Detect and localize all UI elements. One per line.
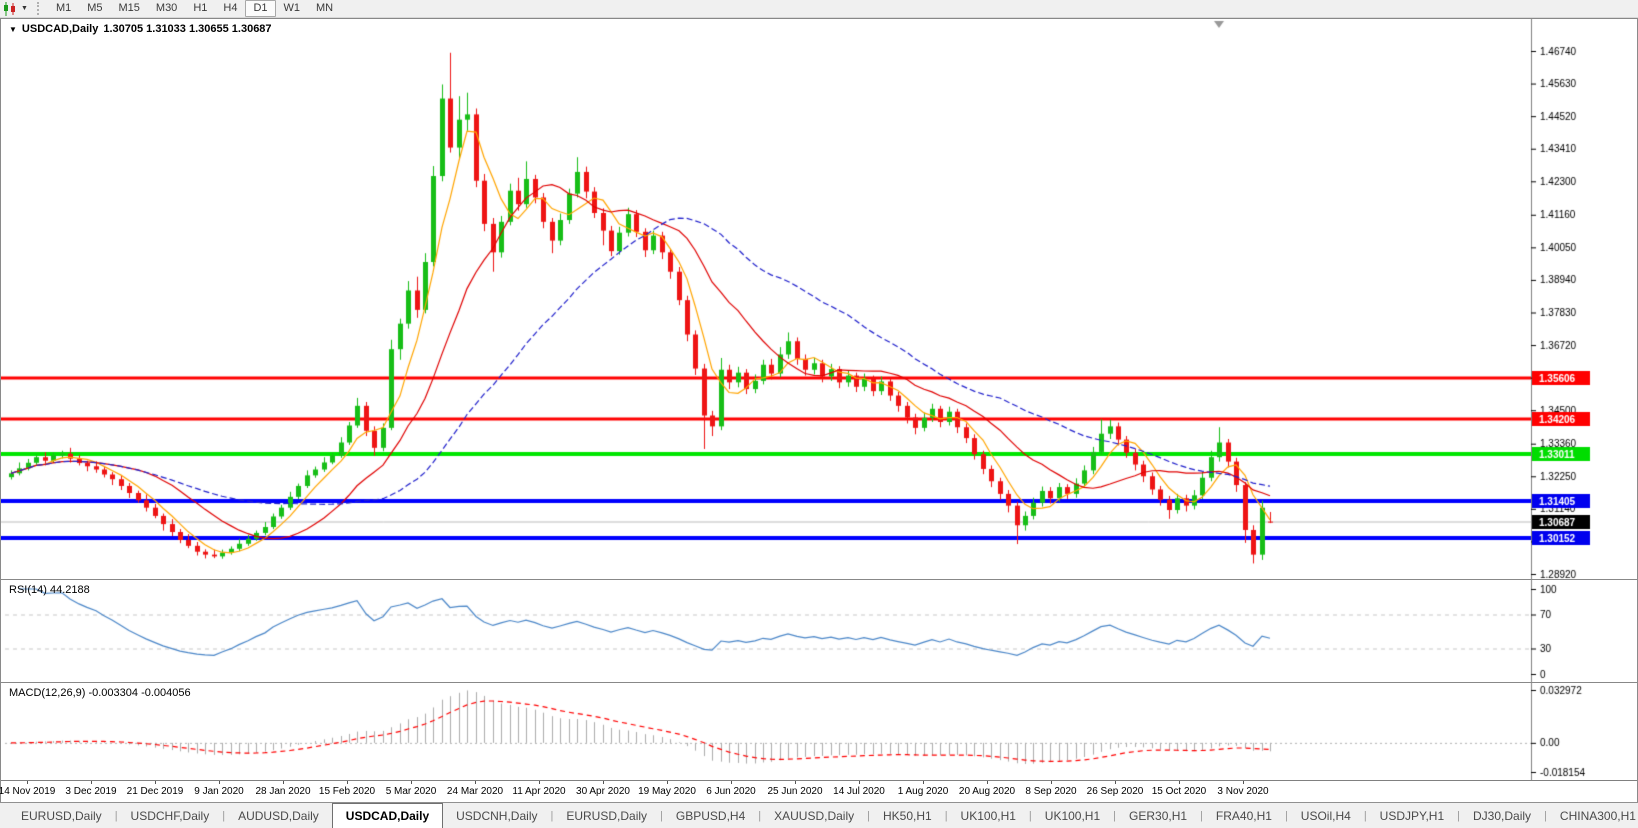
timeframe-button-m15[interactable]: M15	[111, 0, 148, 17]
candlestick-chart-type-icon[interactable]	[2, 1, 18, 16]
date-tick-mark	[1179, 781, 1180, 784]
timeframe-button-h4[interactable]: H4	[215, 0, 245, 17]
timeframe-buttons: M1 M5 M15 M30 H1 H4 D1 W1 MN	[48, 0, 341, 17]
chart-symbol-label: USDCAD,Daily	[21, 23, 99, 35]
rsi-indicator-panel: RSI(14) 44.2188	[1, 579, 1637, 682]
date-tick-mark	[347, 781, 348, 784]
date-tick-mark	[603, 781, 604, 784]
date-tick-mark	[923, 781, 924, 784]
timeframe-button-h1[interactable]: H1	[185, 0, 215, 17]
chart-tab-usdchf-daily[interactable]: USDCHF,Daily	[118, 803, 223, 828]
date-tick-mark	[539, 781, 540, 784]
date-tick-mark	[219, 781, 220, 784]
date-axis-label: 3 Nov 2020	[1217, 786, 1269, 797]
timeframe-button-mn[interactable]: MN	[308, 0, 341, 17]
date-tick-mark	[155, 781, 156, 784]
timeframe-button-m5[interactable]: M5	[79, 0, 110, 17]
date-tick-mark	[667, 781, 668, 784]
timeframe-button-d1[interactable]: D1	[245, 0, 276, 17]
toolbar-grip	[36, 2, 40, 15]
date-tick-mark	[411, 781, 412, 784]
chart-window: ▼ USDCAD,Daily 1.30705 1.31033 1.30655 1…	[0, 18, 1638, 802]
chart-tab-usoil-h4[interactable]: USOil,H4	[1288, 803, 1364, 828]
chart-title: ▼ USDCAD,Daily 1.30705 1.31033 1.30655 1…	[9, 23, 272, 35]
chart-tab-dj30-daily[interactable]: DJ30,Daily	[1460, 803, 1544, 828]
date-tick-mark	[91, 781, 92, 784]
macd-indicator-panel: MACD(12,26,9) -0.003304 -0.004056	[1, 682, 1637, 780]
chart-tab-ger30-h1[interactable]: GER30,H1	[1116, 803, 1200, 828]
timeframe-button-w1[interactable]: W1	[276, 0, 309, 17]
chart-type-dropdown-caret-icon[interactable]: ▼	[21, 5, 28, 12]
chart-tab-uk100-h1[interactable]: UK100,H1	[1032, 803, 1113, 828]
chart-tab-xauusd-daily[interactable]: XAUUSD,Daily	[761, 803, 867, 828]
date-axis: 14 Nov 2019 3 Dec 2019 21 Dec 2019 9 Jan 20…	[0, 780, 1637, 802]
price-chart-panel: ▼ USDCAD,Daily 1.30705 1.31033 1.30655 1…	[1, 18, 1637, 579]
chart-tab-uk100-h1[interactable]: UK100,H1	[948, 803, 1029, 828]
macd-chart-canvas[interactable]	[1, 683, 1637, 780]
date-tick-mark	[1115, 781, 1116, 784]
chart-tab-usdcad-daily[interactable]: USDCAD,Daily	[331, 803, 444, 828]
date-tick-mark	[987, 781, 988, 784]
chart-tab-china300-h1[interactable]: CHINA300,H1	[1547, 803, 1638, 828]
chart-tab-hk50-h1[interactable]: HK50,H1	[870, 803, 945, 828]
chart-tab-eurusd-daily[interactable]: EURUSD,Daily	[553, 803, 660, 828]
chart-tab-fra40-h1[interactable]: FRA40,H1	[1203, 803, 1285, 828]
date-tick-mark	[859, 781, 860, 784]
date-tick-mark	[795, 781, 796, 784]
chart-title-dropdown-icon[interactable]: ▼	[9, 25, 17, 34]
date-tick-mark	[283, 781, 284, 784]
rsi-chart-canvas[interactable]	[1, 580, 1637, 682]
timeframe-button-m1[interactable]: M1	[48, 0, 79, 17]
chart-tab-usdjpy-h1[interactable]: USDJPY,H1	[1367, 803, 1457, 828]
chart-tab-audusd-daily[interactable]: AUDUSD,Daily	[225, 803, 332, 828]
date-tick-mark	[1243, 781, 1244, 784]
rsi-label: RSI(14) 44.2188	[9, 584, 90, 596]
date-tick-mark	[1051, 781, 1052, 784]
timeframe-button-m30[interactable]: M30	[148, 0, 185, 17]
mt4-application-window: ▼ M1 M5 M15 M30 H1 H4 D1 W1 MN ▼ USDCAD,Daily 1.…	[0, 0, 1638, 828]
timeframe-toolbar: ▼ M1 M5 M15 M30 H1 H4 D1 W1 MN	[0, 0, 1638, 18]
chart-tabs: EURUSD,Daily | USDCHF,Daily | AUDUSD,Daily US…	[8, 803, 1638, 828]
date-tick-mark	[731, 781, 732, 784]
chart-tab-eurusd-daily[interactable]: EURUSD,Daily	[8, 803, 115, 828]
chart-tab-usdcnh-daily[interactable]: USDCNH,Daily	[443, 803, 550, 828]
chart-tab-gbpusd-h4[interactable]: GBPUSD,H4	[663, 803, 758, 828]
macd-label: MACD(12,26,9) -0.003304 -0.004056	[9, 687, 191, 699]
chart-tab-bar: EURUSD,Daily | USDCHF,Daily | AUDUSD,Daily US…	[0, 802, 1638, 828]
date-tick-mark	[27, 781, 28, 784]
price-chart-canvas[interactable]	[1, 19, 1637, 579]
date-tick-mark	[475, 781, 476, 784]
chart-ohlc-values: 1.30705 1.31033 1.30655 1.30687	[103, 23, 272, 35]
